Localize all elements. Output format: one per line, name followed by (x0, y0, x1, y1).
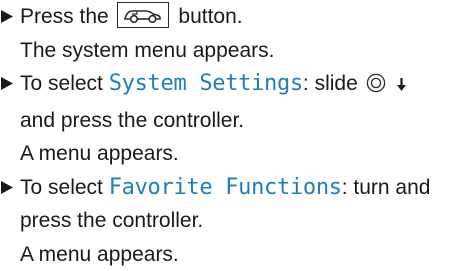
step-text-mid: : slide (303, 72, 358, 95)
step-result: A menu appears. (20, 137, 458, 171)
menu-item-favorite-functions: Favorite Functions (109, 175, 342, 200)
car-home-button-icon (117, 2, 169, 28)
step-bullet-icon (0, 0, 14, 34)
down-arrow-icon (397, 69, 406, 103)
step-text-pre: To select (20, 72, 109, 95)
menu-item-system-settings: System Settings (109, 71, 303, 96)
controller-icon (366, 70, 386, 104)
step-text-pre: To select (20, 176, 109, 199)
instruction-step-3: To select Favorite Functions: turn and p… (0, 171, 458, 271)
step-bullet-icon (0, 171, 14, 205)
step-result: A menu appears. (20, 238, 458, 271)
step-text-line2: press the controller. (20, 204, 458, 238)
instruction-step-1: Press the button. The system menu appear… (0, 0, 458, 67)
step-text-line2: and press the controller. (20, 104, 458, 138)
instruction-page: Press the button. The system menu appear… (0, 0, 458, 254)
instruction-step-2: To select System Settings: slide and pre… (0, 67, 458, 171)
step-result: The system menu appears. (20, 34, 458, 68)
step-text-pre: Press the (20, 5, 109, 28)
step-text-post: button. (178, 5, 242, 28)
step-bullet-icon (0, 67, 14, 101)
step-text-mid: : turn and (342, 176, 431, 199)
